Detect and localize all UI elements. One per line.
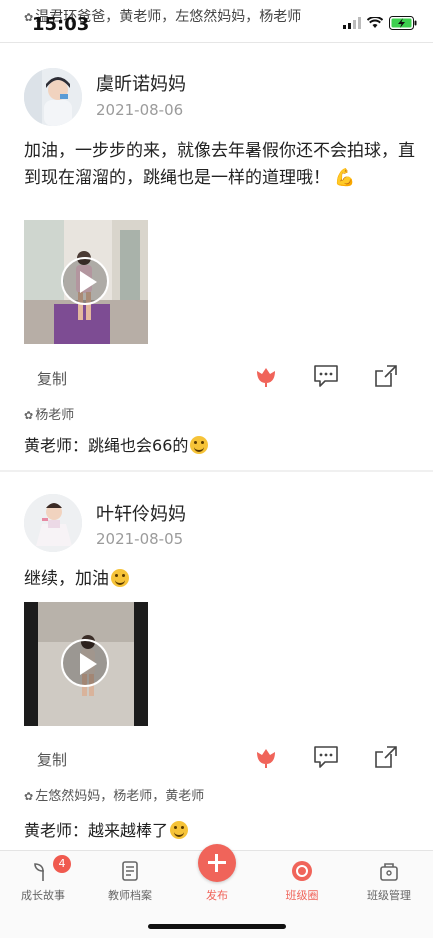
flower-icon: ✿ bbox=[24, 790, 34, 803]
post-date: 2021-08-05 bbox=[96, 530, 184, 548]
status-icons bbox=[343, 16, 417, 30]
class-management-icon bbox=[380, 863, 398, 881]
likes-names: 左悠然妈妈，杨老师，黄老师 bbox=[35, 789, 205, 804]
tab-label: 班级圈 bbox=[285, 889, 319, 902]
comment-icon[interactable] bbox=[313, 744, 339, 770]
battery-charging-icon bbox=[389, 16, 417, 30]
comment-row[interactable]: 黄老师：跳绳也会66的 bbox=[24, 432, 209, 456]
flower-icon: ✿ bbox=[24, 409, 34, 422]
post-author[interactable]: 叶轩伶妈妈 bbox=[96, 500, 186, 526]
tab-growth-story[interactable]: 4 成长故事 bbox=[3, 855, 83, 903]
play-icon[interactable] bbox=[61, 639, 109, 687]
avatar[interactable] bbox=[24, 494, 82, 552]
play-icon[interactable] bbox=[61, 257, 109, 305]
likes-row: ✿ 左悠然妈妈，杨老师，黄老师 bbox=[24, 785, 204, 804]
likes-names: 杨老师 bbox=[35, 408, 75, 423]
zany-face-emoji-icon bbox=[190, 436, 209, 454]
post-date: 2021-08-06 bbox=[96, 101, 184, 119]
share-icon[interactable] bbox=[373, 744, 399, 770]
video-thumbnail[interactable] bbox=[24, 220, 148, 344]
comment-author: 黄老师： bbox=[24, 436, 89, 455]
grinning-face-emoji-icon bbox=[170, 821, 189, 839]
publish-plus-button[interactable] bbox=[198, 844, 236, 882]
post-text: 继续，加油 bbox=[24, 566, 419, 593]
sprout-icon bbox=[34, 863, 44, 881]
status-time: 15:03 bbox=[32, 14, 90, 35]
video-thumbnail[interactable] bbox=[24, 602, 148, 726]
tab-label: 班级管理 bbox=[367, 889, 411, 902]
post-text: 加油，一步步的来，就像去年暑假你还不会拍球，直到现在溜溜的，跳绳也是一样的道理哦… bbox=[24, 138, 419, 192]
document-icon bbox=[122, 861, 138, 881]
tab-label: 教师档案 bbox=[108, 889, 152, 902]
comment-author: 黄老师： bbox=[24, 821, 89, 840]
tab-label: 发布 bbox=[206, 889, 228, 902]
signal-icon bbox=[343, 17, 361, 29]
comment-row[interactable]: 黄老师：越来越棒了 bbox=[24, 817, 189, 841]
comment-text: 越来越棒了 bbox=[88, 821, 169, 840]
top-divider bbox=[0, 42, 433, 43]
share-icon[interactable] bbox=[373, 363, 399, 389]
tab-label: 成长故事 bbox=[21, 889, 65, 902]
flexed-biceps-emoji-icon: 💪 bbox=[334, 168, 356, 188]
wifi-icon bbox=[367, 17, 383, 28]
copy-button[interactable]: 复制 bbox=[37, 749, 67, 770]
flower-like-icon[interactable] bbox=[253, 363, 279, 389]
post-author[interactable]: 虞昕诺妈妈 bbox=[96, 70, 186, 96]
zany-face-emoji-icon bbox=[111, 569, 129, 587]
copy-button[interactable]: 复制 bbox=[37, 368, 67, 389]
likes-row: ✿ 杨老师 bbox=[24, 404, 74, 423]
post-text-body: 继续，加油 bbox=[24, 569, 109, 589]
tab-class-circle[interactable]: 班级圈 bbox=[262, 859, 342, 903]
post-divider bbox=[0, 470, 433, 472]
avatar[interactable] bbox=[24, 68, 82, 126]
home-indicator[interactable] bbox=[148, 924, 286, 929]
post-text-body: 加油，一步步的来，就像去年暑假你还不会拍球，直到现在溜溜的，跳绳也是一样的道理哦… bbox=[24, 141, 415, 188]
notification-badge: 4 bbox=[53, 855, 71, 873]
tab-teacher-files[interactable]: 教师档案 bbox=[90, 859, 170, 903]
class-circle-icon bbox=[292, 861, 312, 881]
comment-icon[interactable] bbox=[313, 363, 339, 389]
tab-class-management[interactable]: 班级管理 bbox=[349, 859, 429, 903]
comment-text: 跳绳也会66的 bbox=[88, 436, 189, 455]
flower-like-icon[interactable] bbox=[253, 744, 279, 770]
